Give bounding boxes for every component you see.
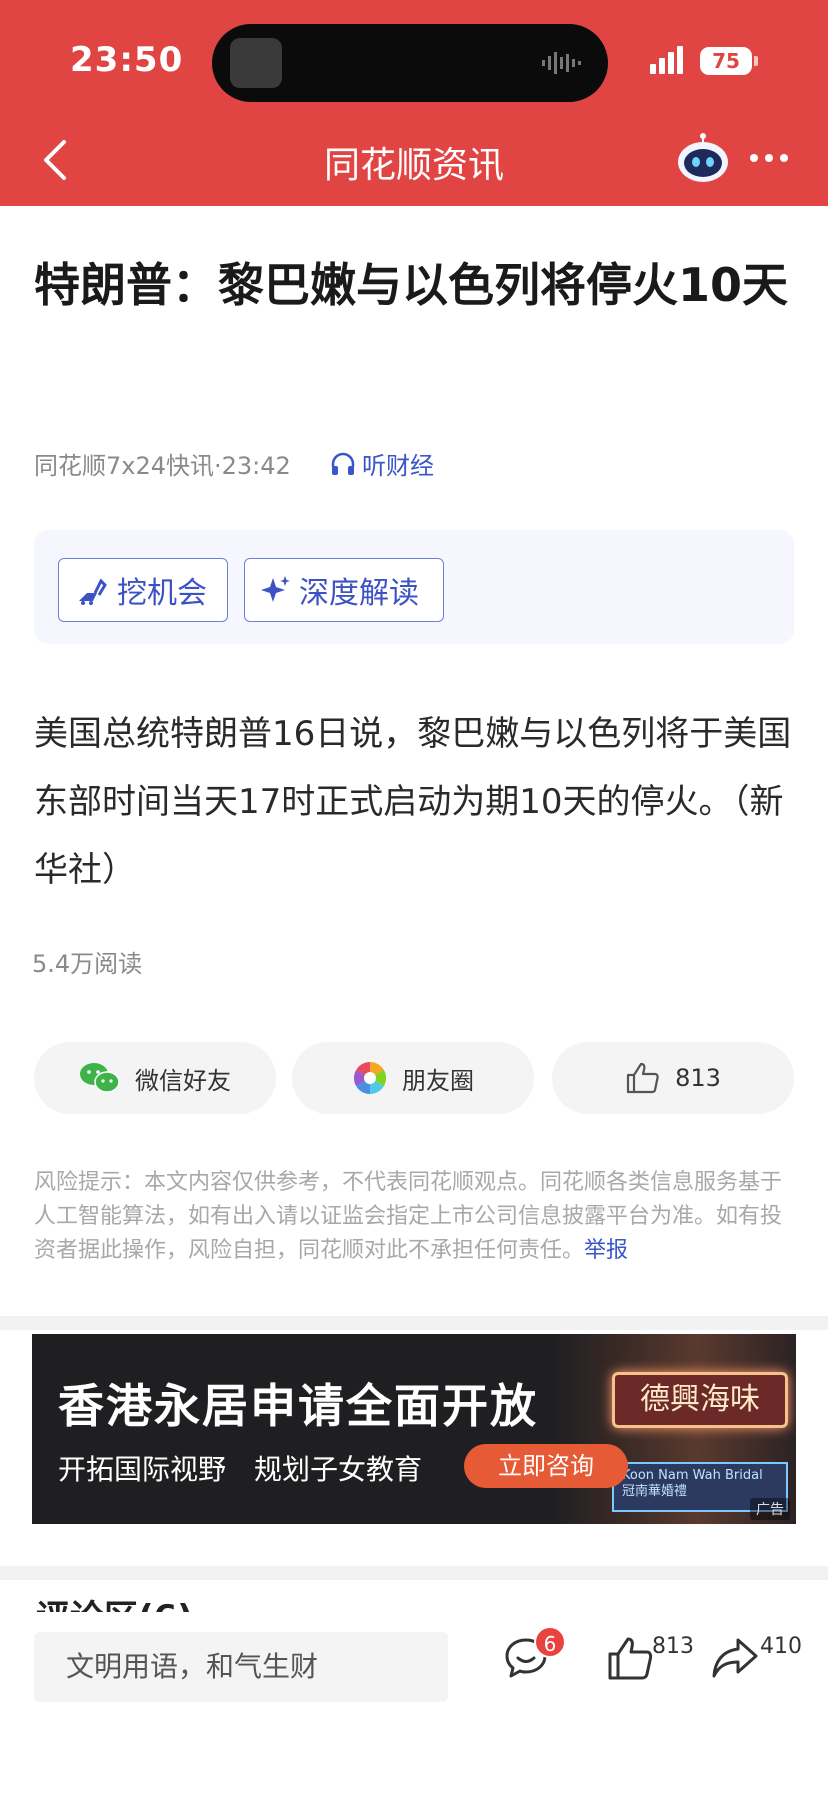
share-wechat-button[interactable]: 微信好友 <box>34 1042 276 1114</box>
report-link[interactable]: 举报 <box>584 1238 628 1263</box>
share-wechat-label: 微信好友 <box>135 1066 231 1095</box>
more-options-icon[interactable] <box>748 150 790 166</box>
like-count: 813 <box>675 1064 721 1092</box>
read-count: 5.4万阅读 <box>32 950 143 978</box>
article-body: 美国总统特朗普16日说，黎巴嫩与以色列将于美国东部时间当天17时正式启动为期10… <box>34 714 792 890</box>
battery-indicator: 75 <box>700 47 758 75</box>
ad-bridal-sign-en: Koon Nam Wah Bridal <box>622 1468 763 1483</box>
deep-analysis-label: 深度解读 <box>299 576 419 611</box>
comment-input[interactable]: 文明用语，和气生财 <box>34 1632 448 1702</box>
ai-robot-icon[interactable] <box>676 132 730 184</box>
share-moments-button[interactable]: 朋友圈 <box>292 1042 534 1114</box>
deep-analysis-button[interactable]: 深度解读 <box>244 558 444 622</box>
listen-finance-button[interactable]: 听财经 <box>330 446 434 481</box>
wechat-icon <box>80 1063 120 1093</box>
now-playing-thumbnail <box>230 38 282 88</box>
ad-tag: 广告 <box>750 1498 790 1520</box>
risk-disclaimer: 风险提示：本文内容仅供参考，不代表同花顺观点。同花顺各类信息服务基于人工智能算法… <box>34 1166 798 1268</box>
disclaimer-text: 风险提示：本文内容仅供参考，不代表同花顺观点。同花顺各类信息服务基于人工智能算法… <box>34 1170 783 1263</box>
sparkle-icon <box>261 576 290 602</box>
thumbs-up-icon <box>626 1062 659 1094</box>
bottom-like-count: 813 <box>652 1634 694 1659</box>
share-moments-label: 朋友圈 <box>402 1066 474 1095</box>
thumbs-up-icon[interactable] <box>606 1634 654 1682</box>
status-time: 23:50 <box>70 40 184 80</box>
audio-wave-icon <box>542 52 581 74</box>
find-opportunity-label: 挖机会 <box>117 576 207 611</box>
share-count: 410 <box>760 1634 802 1659</box>
article-headline: 特朗普：黎巴嫩与以色列将停火10天 <box>34 258 789 312</box>
find-opportunity-button[interactable]: 挖机会 <box>58 558 228 622</box>
article-source-time: 同花顺7x24快讯·23:42 <box>34 452 291 480</box>
moments-aperture-icon <box>353 1062 387 1094</box>
bottom-action-bar: 文明用语，和气生财 6 813 410 <box>0 1612 828 1796</box>
section-divider <box>0 1566 828 1580</box>
cellular-signal-icon <box>650 46 683 74</box>
top-bar: 23:50 75 同花顺资讯 <box>0 0 828 206</box>
like-button[interactable]: 813 <box>552 1042 794 1114</box>
ai-actions-panel: 挖机会 深度解读 <box>34 530 794 644</box>
ad-cta-button[interactable]: 立即咨询 <box>464 1444 628 1488</box>
excavator-icon <box>79 578 107 605</box>
ad-neon-sign: 德興海味 <box>612 1372 788 1428</box>
ad-headline: 香港永居申请全面开放 <box>58 1379 538 1433</box>
dynamic-island <box>212 24 608 102</box>
share-arrow-icon[interactable] <box>710 1634 760 1682</box>
listen-label: 听财经 <box>362 452 434 480</box>
section-divider <box>0 1316 828 1330</box>
ad-subline: 开拓国际视野 规划子女教育 <box>58 1453 423 1486</box>
ad-banner[interactable]: 德興海味 Koon Nam Wah Bridal 冠南華婚禮 香港永居申请全面开… <box>32 1334 796 1524</box>
comment-count-badge: 6 <box>534 1626 566 1658</box>
headphones-icon <box>331 452 355 475</box>
